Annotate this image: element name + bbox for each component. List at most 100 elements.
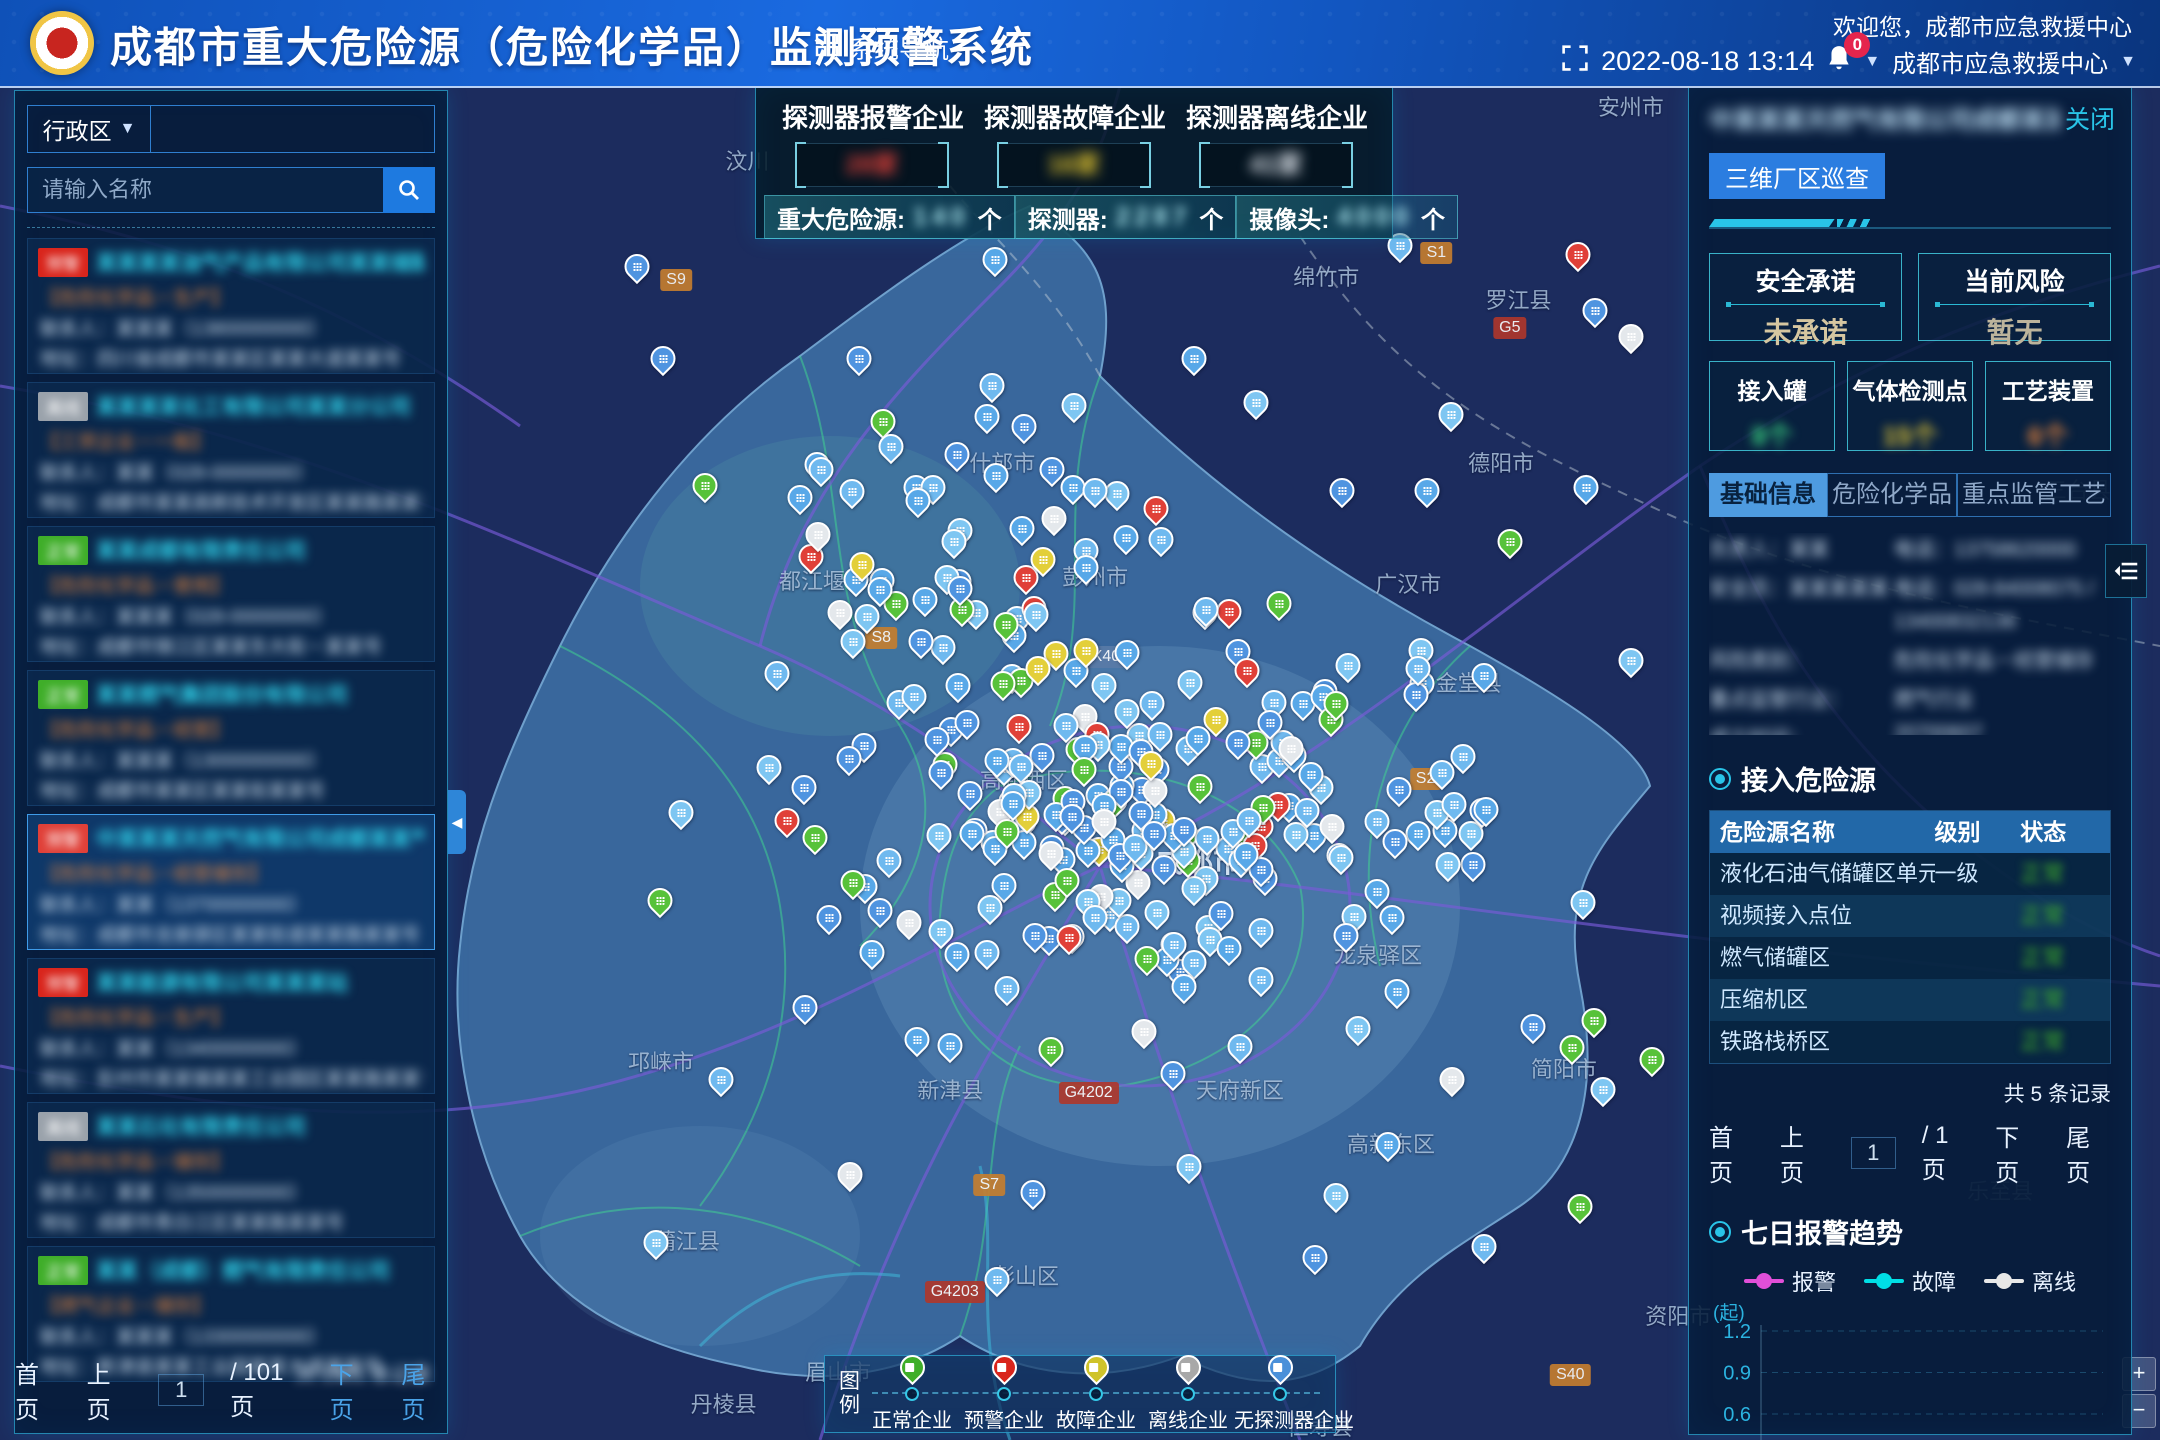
search-input[interactable] (27, 167, 383, 213)
promise-value: 未承诺 (1710, 311, 1901, 351)
table-row[interactable]: 液化石油气储罐区单元一级正常 (1710, 853, 2110, 895)
svg-text:1.2: 1.2 (1723, 1321, 1751, 1343)
page-input[interactable]: 1 (158, 1374, 204, 1406)
page-input[interactable]: 1 (1851, 1137, 1896, 1169)
map-place-label: 安州市 (1598, 90, 1664, 122)
company-list-item[interactable]: 预警某某某某油气产品有限公司某某储配站分公司【危险化学品－生产】联系人：某某某（… (27, 238, 435, 374)
page-next[interactable]: 下页 (1995, 1118, 2040, 1188)
table-header: 危险源名称 (1710, 811, 1935, 853)
close-button[interactable]: 关闭 (2065, 100, 2115, 136)
company-list-item[interactable]: 预警中某某某天然气有限公司成都某某气储配总站【危险化学品－经营储存】联系人：某某… (27, 814, 435, 950)
company-address: 地址：彭州市某某镇某某工业园区某某路某某号 (40, 1064, 424, 1091)
info-label: 重点监管行业： (1709, 683, 1894, 712)
map-place-label: 德阳市 (1468, 446, 1534, 478)
stat-card-value: 16家 (998, 143, 1150, 187)
search-button[interactable] (383, 167, 435, 213)
tab-基础信息[interactable]: 基础信息 (1709, 473, 1827, 517)
region-input[interactable] (151, 106, 434, 152)
hazard-level (1935, 937, 2021, 979)
hazard-level: 一级 (1935, 853, 2021, 895)
hazard-name: 铁路栈桥区 (1710, 1021, 1935, 1063)
company-type: 【危险化学品－生产】 (40, 1003, 424, 1030)
company-type: 【危险化学品－使用】 (40, 571, 424, 598)
status-badge: 预警 (38, 824, 88, 853)
table-pagination: 首页 上页 1 / 1页 下页 尾页 (1709, 1118, 2111, 1188)
legend-bar-item: 离线企业 (1142, 1355, 1234, 1433)
table-row[interactable]: 视频接入点位正常 (1710, 895, 2110, 937)
table-row[interactable]: 压缩机区 正常 (1710, 979, 2110, 1021)
company-address: 地址：成都市某某高新技术开发区某某路某某号 (40, 488, 424, 515)
road-badge: S7 (973, 1174, 1005, 1196)
caret-down-icon: ▼ (2120, 53, 2136, 71)
company-address: 地址：成都市龙泉驿区某某街道某某路某某号 (40, 920, 424, 947)
company-contact: 联系人：某某某（13000000000） (40, 746, 424, 773)
hazard-level (1935, 895, 2021, 937)
system-nav-button[interactable]: 系统导航 (815, 30, 949, 66)
table-row[interactable]: 铁路栈桥区 正常 (1710, 1021, 2110, 1063)
resource-label: 工艺装置 (1986, 372, 2110, 406)
resource-label: 气体检测点 (1848, 372, 1972, 406)
legend-node-icon (905, 1387, 919, 1401)
current-risk-card: 当前风险 暂无 (1918, 253, 2111, 341)
info-value: 电话：028-84008075 / (1894, 572, 2111, 601)
safety-promise-card: 安全承诺 未承诺 (1709, 253, 1902, 341)
company-list-item[interactable]: 预警某某能源有限公司某某某站【危险化学品－生产】联系人：某某（134000000… (27, 958, 435, 1094)
page-prev[interactable]: 上页 (1780, 1118, 1825, 1188)
page-next[interactable]: 下页 (330, 1355, 376, 1425)
legend-pin-icon (986, 1350, 1021, 1385)
hazard-status: 正常 (2020, 1021, 2110, 1063)
svg-text:0.9: 0.9 (1723, 1363, 1751, 1385)
company-list-item[interactable]: 离线某某石化有限责任公司【危险化学品－储存】联系人：某某（13500000000… (27, 1102, 435, 1238)
counter-unit: 个 (978, 200, 1002, 235)
legend-pin-icon (1262, 1350, 1297, 1385)
hazard-name: 燃气储罐区 (1710, 937, 1935, 979)
page-last[interactable]: 尾页 (401, 1355, 447, 1425)
hazard-status: 正常 (2020, 979, 2110, 1021)
page-first[interactable]: 首页 (15, 1355, 61, 1425)
region-dropdown[interactable]: 行政区 ▼ (28, 106, 151, 152)
legend-bar-label: 离线企业 (1142, 1404, 1234, 1433)
notification-bell-button[interactable]: 0 (1826, 44, 1852, 79)
org-menu[interactable]: 成都市应急救援中心 (1892, 44, 2108, 79)
company-name: 某某某某油气产品有限公司某某储配站分公司 (96, 247, 424, 277)
table-header: 级别 (1935, 811, 2021, 853)
company-contact: 联系人：某某（13400000000） (40, 1034, 424, 1061)
tab-危险化学品[interactable]: 危险化学品 (1827, 473, 1957, 517)
hazard-status: 正常 (2020, 895, 2110, 937)
company-list-item[interactable]: 正常某某燃气集团股份有限公司【危险化学品－经营】联系人：某某某（13000000… (27, 670, 435, 806)
legend-title: 图例 (839, 1370, 860, 1418)
legend-label: 故障 (1912, 1265, 1956, 1297)
region-label: 行政区 (43, 112, 112, 146)
section-bullet-icon (1709, 768, 1731, 790)
legend-pin-icon (894, 1350, 929, 1385)
legend-pin-icon (1170, 1350, 1205, 1385)
sidebar-collapse-button[interactable]: ◀ (448, 790, 466, 854)
fullscreen-icon[interactable] (1561, 44, 1589, 79)
company-type: 【燃气企业－储存】 (40, 1291, 424, 1318)
stat-card-label: 探测器报警企业 (782, 98, 962, 135)
page-prev[interactable]: 上页 (87, 1355, 133, 1425)
company-address: 地址：四川省成都市某某区某某大道某某号 (40, 344, 424, 371)
counter-label: 摄像头: (1249, 200, 1329, 235)
patrol-3d-button[interactable]: 三维厂区巡查 (1709, 153, 1885, 199)
company-type: 【危险化学品－储存】 (40, 1147, 424, 1174)
promise-label: 安全承诺 (1710, 262, 1901, 298)
legend-item: 报警 (1744, 1265, 1836, 1297)
page-last[interactable]: 尾页 (2066, 1118, 2111, 1188)
company-list-item[interactable]: 离线某某某某化工有限公司某某分公司【工贸企业－一般】联系人：某某（028-000… (27, 382, 435, 518)
table-row[interactable]: 燃气储罐区正常 (1710, 937, 2110, 979)
company-type: 【危险化学品－生产】 (40, 283, 424, 310)
status-badge: 正常 (38, 1256, 88, 1285)
hazard-name: 压缩机区 (1710, 979, 1935, 1021)
tab-重点监管工艺[interactable]: 重点监管工艺 (1957, 473, 2111, 517)
resource-card: 工艺装置6个 (1985, 361, 2111, 451)
resource-label: 接入罐 (1710, 372, 1834, 406)
page-first[interactable]: 首页 (1709, 1118, 1754, 1188)
company-list-item[interactable]: 正常某某成都有限责任公司【危险化学品－使用】联系人：某某某（028-000000… (27, 526, 435, 662)
legend-bar-item: 正常企业 (866, 1355, 958, 1433)
svg-text:0.6: 0.6 (1723, 1404, 1751, 1426)
panel-collapse-button[interactable] (2105, 544, 2147, 598)
info-label: 安全员：某某某某某 (1709, 572, 1894, 601)
info-row: 安全员：某某某某某电话：028-84008075 / (1709, 572, 2111, 601)
status-badge: 正常 (38, 680, 88, 709)
